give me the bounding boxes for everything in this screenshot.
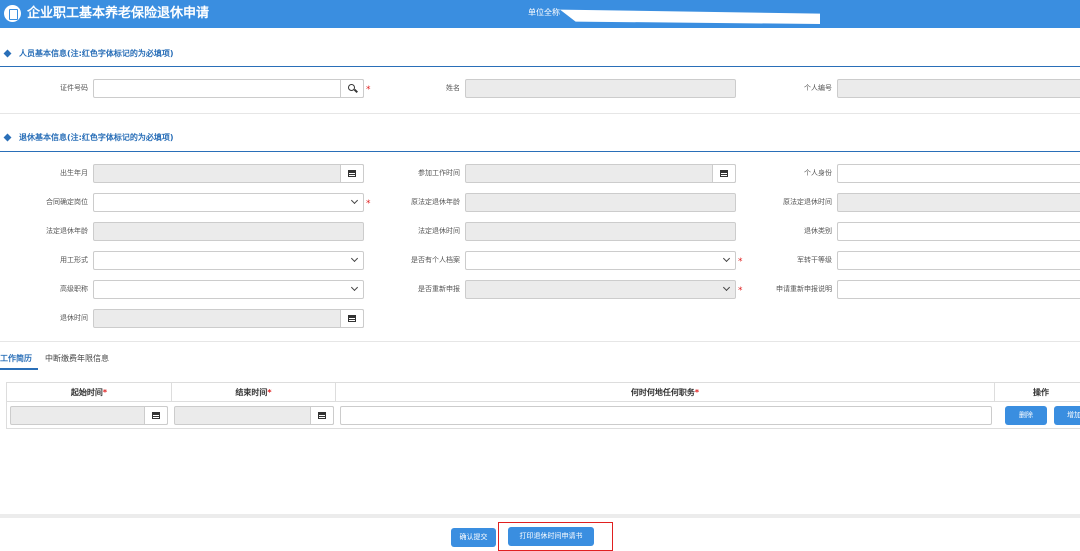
id-number-input[interactable] <box>93 79 364 98</box>
calendar-button[interactable] <box>144 406 168 425</box>
section-retire-title-text: 退休基本信息(注:红色字体标记的为必填项) <box>19 133 174 142</box>
redaction-mark <box>560 9 820 24</box>
diamond-icon <box>3 133 12 142</box>
reapply-note-label: 申请重新申报说明 <box>776 285 832 293</box>
required-mark: * <box>738 257 743 267</box>
document-icon <box>4 5 21 22</box>
reapply-note-input[interactable] <box>837 280 1080 299</box>
work-start-label: 参加工作时间 <box>418 169 460 177</box>
has-file-select[interactable] <box>465 251 736 270</box>
required-mark: * <box>102 388 108 397</box>
legal-time-orig-label: 原法定退休时间 <box>783 198 832 206</box>
legal-age-orig-input[interactable] <box>465 193 736 212</box>
legal-time-orig-input[interactable] <box>837 193 1080 212</box>
section-personal-title-text: 人员基本信息(注:红色字体标记的为必填项) <box>19 49 174 58</box>
retire-time-label: 退休时间 <box>60 314 88 322</box>
retire-time-input[interactable] <box>93 309 364 328</box>
chevron-down-icon <box>350 254 359 263</box>
chevron-down-icon <box>350 196 359 205</box>
name-input[interactable] <box>465 79 736 98</box>
personal-no-label: 个人编号 <box>804 84 832 92</box>
col-end-header: 结束时间* <box>172 383 336 402</box>
unit-label: 单位全称 <box>528 8 560 17</box>
contract-post-label: 合同确定岗位 <box>46 198 88 206</box>
required-mark: * <box>366 85 371 95</box>
delete-button[interactable]: 删除 <box>1005 406 1047 425</box>
id-number-label: 证件号码 <box>60 84 88 92</box>
calendar-button[interactable] <box>340 309 364 328</box>
section-divider <box>0 151 1080 152</box>
personal-no-input[interactable] <box>837 79 1080 98</box>
legal-age-label: 法定退休年龄 <box>46 227 88 235</box>
chevron-down-icon <box>350 283 359 292</box>
required-mark: * <box>738 286 743 296</box>
work-start-input[interactable] <box>465 164 736 183</box>
footer-divider <box>0 514 1080 518</box>
cadre-level-input[interactable] <box>837 251 1080 270</box>
diamond-icon <box>3 49 12 58</box>
divider <box>0 341 1080 342</box>
reapply-select[interactable] <box>465 280 736 299</box>
required-mark: * <box>366 199 371 209</box>
calendar-button[interactable] <box>310 406 334 425</box>
col-end-text: 结束时间 <box>235 388 268 397</box>
chevron-down-icon <box>722 283 731 292</box>
legal-age-orig-label: 原法定退休年龄 <box>411 198 460 206</box>
employment-form-select[interactable] <box>93 251 364 270</box>
calendar-icon <box>348 170 356 177</box>
birth-label: 出生年月 <box>60 169 88 177</box>
start-time-input[interactable] <box>10 406 168 425</box>
calendar-icon <box>348 315 356 322</box>
retire-type-input[interactable] <box>837 222 1080 241</box>
col-start-header: 起始时间* <box>7 383 172 402</box>
divider <box>0 113 1080 114</box>
chevron-down-icon <box>722 254 731 263</box>
col-duty-header: 何时何地任何职务* <box>336 383 995 402</box>
active-tab-indicator <box>0 368 38 370</box>
calendar-icon <box>720 170 728 177</box>
col-start-text: 起始时间 <box>70 388 103 397</box>
page-title: 企业职工基本养老保险退休申请 <box>27 6 210 21</box>
calendar-icon <box>318 412 326 419</box>
calendar-icon <box>152 412 160 419</box>
tab-work-history[interactable]: 工作简历 <box>0 353 32 365</box>
end-time-input[interactable] <box>174 406 334 425</box>
name-label: 姓名 <box>446 84 460 92</box>
section-retire-title: 退休基本信息(注:红色字体标记的为必填项) <box>3 132 174 144</box>
cadre-level-label: 军转干等级 <box>797 256 832 264</box>
highlight-box <box>498 522 613 551</box>
calendar-button[interactable] <box>712 164 736 183</box>
identity-input[interactable] <box>837 164 1080 183</box>
search-button[interactable] <box>340 79 364 98</box>
legal-age-input[interactable] <box>93 222 364 241</box>
section-divider <box>0 66 1080 67</box>
app-header: 企业职工基本养老保险退休申请 单位全称 <box>0 0 1080 28</box>
col-ops-header: 操作 <box>995 383 1080 402</box>
work-history-table: 起始时间* 结束时间* 何时何地任何职务* 操作 删除 增加 <box>6 382 1080 429</box>
employment-form-label: 用工形式 <box>60 256 88 264</box>
birth-input[interactable] <box>93 164 364 183</box>
calendar-button[interactable] <box>340 164 364 183</box>
has-file-label: 是否有个人档案 <box>411 256 460 264</box>
retire-type-label: 退休类别 <box>804 227 832 235</box>
reapply-label: 是否重新申报 <box>418 285 460 293</box>
search-icon <box>348 84 355 91</box>
senior-title-select[interactable] <box>93 280 364 299</box>
required-mark: * <box>267 388 272 397</box>
submit-button[interactable]: 确认提交 <box>451 528 496 547</box>
col-duty-text: 何时何地任何职务 <box>630 388 695 397</box>
legal-time-input[interactable] <box>465 222 736 241</box>
identity-label: 个人身份 <box>804 169 832 177</box>
senior-title-label: 高级职称 <box>60 285 88 293</box>
duty-input[interactable] <box>340 406 992 425</box>
col-ops-text: 操作 <box>1033 388 1049 397</box>
add-button[interactable]: 增加 <box>1054 406 1080 425</box>
required-mark: * <box>694 388 700 397</box>
tab-interrupted-payment[interactable]: 中断缴费年限信息 <box>45 353 109 365</box>
legal-time-label: 法定退休时间 <box>418 227 460 235</box>
contract-post-select[interactable] <box>93 193 364 212</box>
section-personal-title: 人员基本信息(注:红色字体标记的为必填项) <box>3 48 174 60</box>
